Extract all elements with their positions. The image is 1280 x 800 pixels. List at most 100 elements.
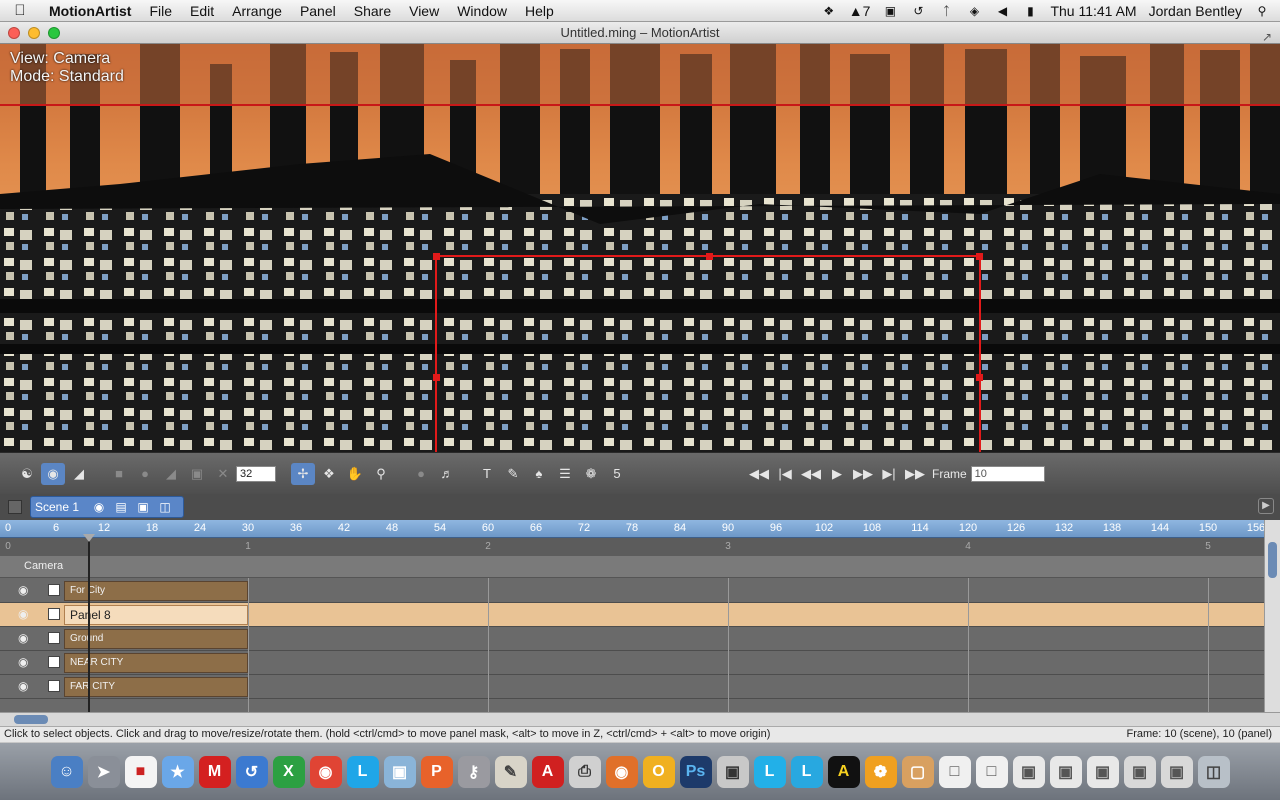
speaker-icon[interactable]: ♬: [435, 463, 459, 485]
layer-row[interactable]: ◉ Ground: [0, 627, 1264, 651]
html5-export-icon[interactable]: 5: [605, 463, 629, 485]
menu-file[interactable]: File: [140, 0, 181, 22]
resize-handle-top[interactable]: [706, 253, 713, 260]
resize-handle-right[interactable]: [976, 374, 983, 381]
firefox-icon[interactable]: ◉: [605, 755, 638, 788]
menu-panel[interactable]: Panel: [291, 0, 345, 22]
calendar-icon[interactable]: ■: [124, 755, 157, 788]
timeline-horizontal-scrollbar[interactable]: [0, 712, 1280, 726]
previous-key-icon[interactable]: |◀: [773, 463, 797, 485]
adobe-menu-icon[interactable]: ▲7: [849, 3, 871, 19]
menu-view[interactable]: View: [400, 0, 448, 22]
layer-checkbox[interactable]: [48, 608, 60, 620]
visibility-eye-icon[interactable]: ◉: [18, 583, 28, 597]
photoshop-icon[interactable]: Ps: [679, 755, 712, 788]
acrobat-icon[interactable]: A: [531, 755, 564, 788]
puppet-view-icon[interactable]: ◉: [41, 462, 65, 485]
layer-checkbox[interactable]: [48, 680, 60, 692]
wifi-icon[interactable]: ◈: [966, 4, 982, 18]
screenshot-icon-4[interactable]: ▣: [1123, 755, 1156, 788]
character-tool-icon[interactable]: ♠: [527, 463, 551, 485]
layer-name[interactable]: Ground: [64, 629, 248, 649]
select-move-tool-icon[interactable]: ✢: [291, 462, 315, 485]
visibility-eye-icon[interactable]: ◉: [18, 607, 28, 621]
mask-view-icon[interactable]: ◢: [67, 463, 91, 485]
visibility-eye-icon[interactable]: ◉: [18, 631, 28, 645]
size-field[interactable]: 32: [236, 465, 276, 482]
screenshot-icon-3[interactable]: ▣: [1086, 755, 1119, 788]
lync-icon[interactable]: L: [346, 755, 379, 788]
frame-field[interactable]: 10: [970, 465, 1045, 482]
frame-tool-icon[interactable]: ▣: [185, 463, 209, 485]
crop-tool-icon[interactable]: ✕: [211, 463, 235, 485]
fast-forward-icon[interactable]: ▶▶: [851, 463, 875, 485]
zoom-window-button[interactable]: [48, 27, 60, 39]
folder-icon[interactable]: ▢: [901, 755, 934, 788]
panel-selection-box[interactable]: [433, 253, 983, 452]
mcafee-icon[interactable]: M: [198, 755, 231, 788]
rewind-icon[interactable]: ◀◀: [799, 463, 823, 485]
layer-name[interactable]: For City: [64, 581, 248, 601]
scene-tab-1[interactable]: Scene 1 ◉ ▤ ▣ ◫: [30, 496, 184, 518]
layer-name[interactable]: Panel 8: [64, 605, 248, 625]
launchpad-icon[interactable]: ➤: [87, 755, 120, 788]
camera-track[interactable]: Camera: [0, 556, 1264, 578]
printer-icon[interactable]: ⎙: [568, 755, 601, 788]
rect-tool-icon[interactable]: ■: [107, 463, 131, 485]
battery-icon[interactable]: ▮: [1022, 4, 1038, 18]
corner-tool-icon[interactable]: ◢: [159, 463, 183, 485]
menu-window[interactable]: Window: [448, 0, 516, 22]
menu-clock[interactable]: Thu 11:41 AM: [1050, 3, 1136, 19]
close-window-button[interactable]: [8, 27, 20, 39]
split-view-icon[interactable]: ◫: [157, 500, 173, 514]
time-machine-dock-icon[interactable]: ↺: [235, 755, 268, 788]
layer-row[interactable]: ◉ For City: [0, 579, 1264, 603]
layer-name[interactable]: FAR CITY: [64, 677, 248, 697]
zoom-tool-icon[interactable]: ⚲: [369, 463, 393, 485]
layer-row[interactable]: ◉ Panel 8: [0, 603, 1264, 627]
scripts-icon[interactable]: ✎: [494, 755, 527, 788]
finder-icon[interactable]: ☺: [50, 755, 83, 788]
layer-checkbox[interactable]: [48, 656, 60, 668]
lync-dock-icon-2[interactable]: L: [790, 755, 823, 788]
document-icon-2[interactable]: □: [975, 755, 1008, 788]
screenshot-icon-2[interactable]: ▣: [1049, 755, 1082, 788]
playhead[interactable]: [88, 536, 90, 712]
outlook-icon[interactable]: O: [642, 755, 675, 788]
layer-row[interactable]: ◉ NEAR CITY: [0, 651, 1264, 675]
keychain-icon[interactable]: ⚷: [457, 755, 490, 788]
camera-view-icon[interactable]: ☯: [15, 463, 39, 485]
scene-list-toggle[interactable]: [8, 500, 22, 514]
next-key-icon[interactable]: ▶|: [877, 463, 901, 485]
spotlight-search-icon[interactable]: ⚲: [1254, 4, 1270, 18]
layer-checkbox[interactable]: [48, 584, 60, 596]
excel-icon[interactable]: X: [272, 755, 305, 788]
layer-name[interactable]: NEAR CITY: [64, 653, 248, 673]
resize-handle-top-right[interactable]: [976, 253, 983, 260]
group-tool-icon[interactable]: ❖: [317, 463, 341, 485]
visibility-eye-icon[interactable]: ◉: [18, 679, 28, 693]
dropbox-icon[interactable]: ❖: [821, 4, 837, 18]
powerpoint-icon[interactable]: P: [420, 755, 453, 788]
text-tool-icon[interactable]: T: [475, 463, 499, 485]
resize-handle-left[interactable]: [433, 374, 440, 381]
go-to-end-icon[interactable]: ▶▶: [903, 463, 927, 485]
menu-arrange[interactable]: Arrange: [223, 0, 291, 22]
effects-tool-icon[interactable]: ❁: [579, 463, 603, 485]
document-icon[interactable]: □: [938, 755, 971, 788]
resize-handle-top-left[interactable]: [433, 253, 440, 260]
photo-booth-icon[interactable]: ★: [161, 755, 194, 788]
stage-canvas[interactable]: View: Camera Mode: Standard: [0, 44, 1280, 452]
lock-icon[interactable]: ▤: [113, 500, 129, 514]
monitor-icon[interactable]: ▣: [882, 4, 898, 18]
time-machine-icon[interactable]: ↺: [910, 4, 926, 18]
menu-user[interactable]: Jordan Bentley: [1149, 3, 1242, 19]
volume-icon[interactable]: ◀: [994, 4, 1010, 18]
hand-tool-icon[interactable]: ✋: [343, 463, 367, 485]
paste-tool-icon[interactable]: ✎: [501, 463, 525, 485]
menu-app-name[interactable]: MotionArtist: [40, 0, 140, 22]
layer-checkbox[interactable]: [48, 632, 60, 644]
flower-app-icon[interactable]: ❁: [864, 755, 897, 788]
visibility-eye-icon[interactable]: ◉: [18, 655, 28, 669]
preview-dock-icon[interactable]: ▣: [716, 755, 749, 788]
